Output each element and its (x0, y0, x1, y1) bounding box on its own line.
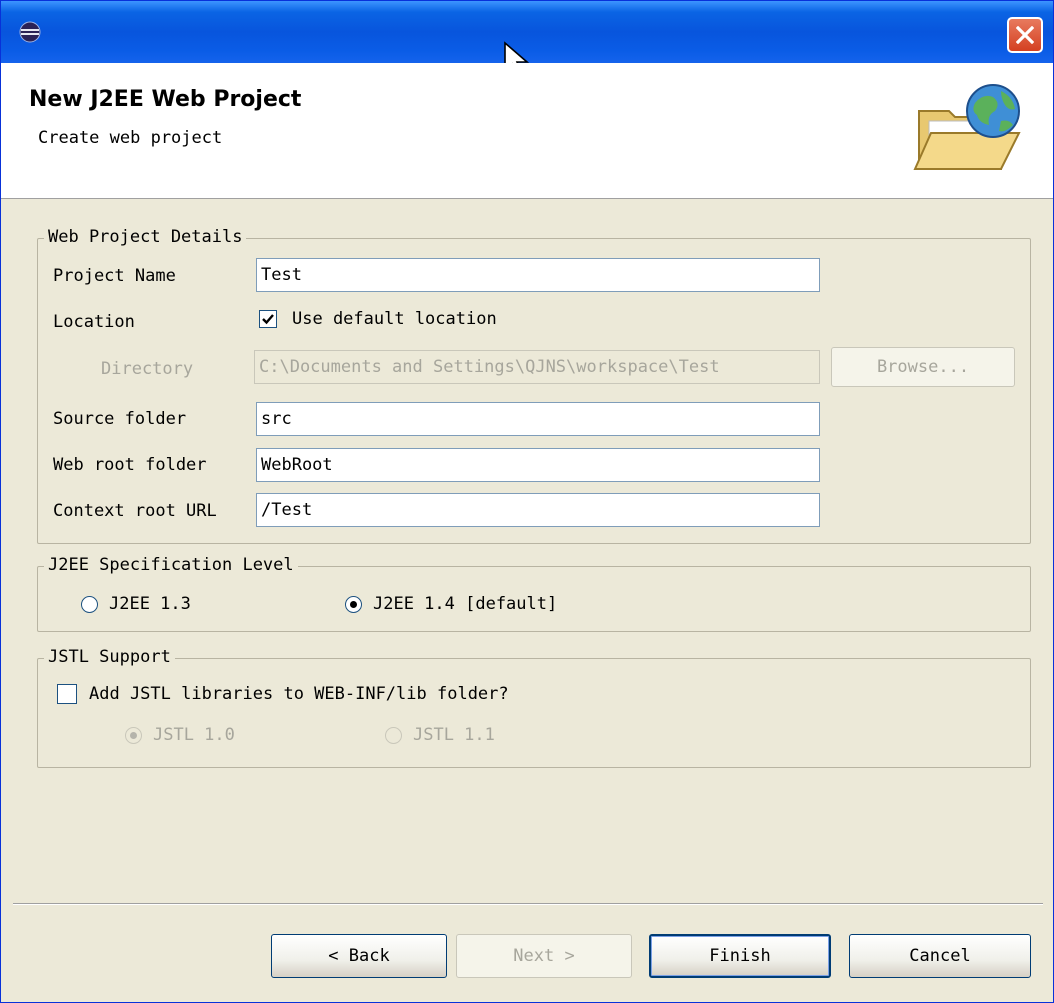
jstl-11-radio[interactable] (385, 727, 402, 744)
finish-button[interactable]: Finish (649, 934, 831, 978)
wizard-title: New J2EE Web Project (29, 87, 302, 112)
project-name-input[interactable]: Test (256, 258, 820, 292)
folder-globe-icon (913, 84, 1021, 170)
title-bar[interactable] (1, 1, 1053, 78)
web-root-folder-input[interactable]: WebRoot (256, 448, 820, 482)
project-name-label: Project Name (53, 266, 176, 286)
next-button[interactable]: Next > (456, 934, 632, 978)
checkmark-icon (262, 314, 274, 325)
footer-separator (13, 903, 1043, 905)
wizard-subtitle: Create web project (38, 128, 223, 148)
j2ee-13-label[interactable]: J2EE 1.3 (109, 594, 191, 614)
j2ee-14-radio[interactable] (345, 596, 362, 613)
context-root-url-input[interactable]: /Test (256, 493, 820, 527)
web-root-folder-label: Web root folder (53, 455, 207, 475)
add-jstl-checkbox[interactable] (57, 684, 77, 704)
source-folder-label: Source folder (53, 409, 187, 429)
web-project-details-legend: Web Project Details (44, 227, 247, 247)
close-button[interactable] (1007, 17, 1043, 53)
jstl-support-group: JSTL Support (37, 647, 1031, 768)
radio-selected-dot (350, 601, 357, 608)
j2ee-14-label[interactable]: J2EE 1.4 [default] (373, 594, 557, 614)
context-root-url-label: Context root URL (53, 501, 217, 521)
location-label: Location (53, 312, 135, 332)
j2ee-13-radio[interactable] (81, 596, 98, 613)
directory-label: Directory (101, 359, 194, 379)
browse-button[interactable]: Browse... (831, 347, 1015, 387)
use-default-location-label[interactable]: Use default location (292, 309, 497, 329)
close-icon (1016, 26, 1034, 44)
source-folder-input[interactable]: src (256, 402, 820, 436)
eclipse-icon (19, 21, 41, 43)
wizard-window: New J2EE Web Project Create web project … (0, 0, 1054, 1003)
jstl-support-legend: JSTL Support (44, 647, 175, 667)
wizard-header: New J2EE Web Project Create web project (1, 63, 1053, 199)
radio-selected-dot (130, 732, 137, 739)
add-jstl-label[interactable]: Add JSTL libraries to WEB-INF/lib folder… (89, 684, 509, 704)
directory-input[interactable]: C:\Documents and Settings\QJNS\workspace… (254, 350, 820, 384)
jstl-10-label[interactable]: JSTL 1.0 (153, 725, 235, 745)
jstl-10-radio[interactable] (125, 727, 142, 744)
j2ee-spec-level-legend: J2EE Specification Level (44, 555, 298, 575)
cancel-button[interactable]: Cancel (849, 934, 1031, 978)
jstl-11-label[interactable]: JSTL 1.1 (413, 725, 495, 745)
back-button[interactable]: < Back (271, 934, 447, 978)
use-default-location-checkbox[interactable] (259, 310, 277, 328)
